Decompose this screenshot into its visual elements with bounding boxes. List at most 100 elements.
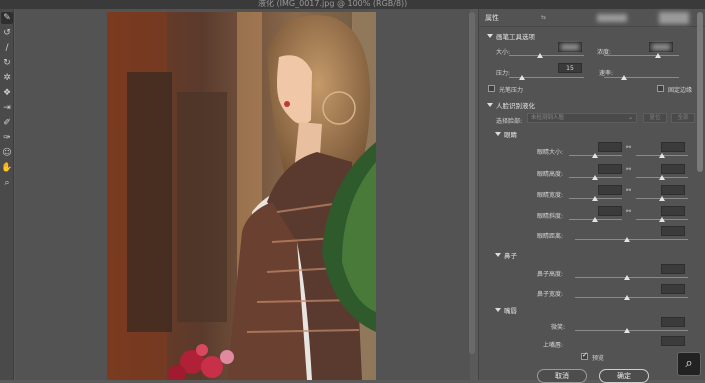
redacted-area [597, 14, 627, 22]
thaw-mask-tool-icon[interactable]: ✑ [1, 132, 13, 144]
chevron-down-icon [495, 132, 501, 136]
size-slider-knob[interactable] [537, 53, 543, 58]
slider-knob[interactable] [659, 196, 665, 201]
chevron-down-icon [495, 253, 501, 257]
smile-slider[interactable] [575, 330, 688, 331]
push-left-tool-icon[interactable]: ⇥ [1, 102, 13, 114]
eye-height-right-field[interactable] [661, 164, 685, 174]
redacted-area [561, 44, 579, 50]
rate-slider-knob[interactable] [621, 75, 627, 80]
eye-tilt-left-field[interactable] [598, 206, 622, 216]
preview-checkbox[interactable] [581, 351, 588, 360]
pressure-slider-knob[interactable] [519, 75, 525, 80]
slider-knob[interactable] [659, 175, 665, 180]
preview-label: 预览 [592, 355, 605, 362]
zoom-tool-icon[interactable]: ⌕ [1, 177, 13, 189]
properties-panel: 属性 ⇆ 画笔工具选项 大小: 浓度: 压力: 15 速率: 光笔压力 固定边缘… [478, 9, 705, 383]
nose-width-label: 鼻子宽度: [537, 291, 564, 298]
all-button[interactable]: 全部 [671, 113, 695, 123]
density-slider-knob[interactable] [655, 53, 661, 58]
link-icon[interactable]: ⚯ [626, 144, 631, 151]
eyes-section[interactable]: 眼睛 [495, 129, 517, 139]
link-icon[interactable]: ⚯ [626, 187, 631, 194]
forward-warp-tool-icon[interactable]: ✎ [1, 12, 13, 24]
eye-size-left-field[interactable] [598, 142, 622, 152]
eye-size-right-field[interactable] [661, 142, 685, 152]
size-slider[interactable] [509, 55, 584, 56]
link-icon[interactable]: ⚯ [626, 208, 631, 215]
pin-edges-checkbox[interactable] [657, 85, 664, 92]
slider-knob[interactable] [659, 217, 665, 222]
slider-knob[interactable] [624, 237, 630, 242]
eye-width-right-field[interactable] [661, 185, 685, 195]
chevron-down-icon [487, 34, 493, 38]
eye-width-left-field[interactable] [598, 185, 622, 195]
chevron-down-icon [487, 103, 493, 107]
redacted-area [659, 12, 689, 24]
nose-width-field[interactable] [661, 284, 685, 294]
slider-knob[interactable] [592, 217, 598, 222]
redacted-area [652, 44, 670, 50]
nose-height-slider[interactable] [575, 277, 688, 278]
eye-distance-slider[interactable] [575, 239, 688, 240]
smile-field[interactable] [661, 317, 685, 327]
rate-slider[interactable] [604, 77, 679, 78]
pucker-tool-icon[interactable]: ✲ [1, 72, 13, 84]
slider-knob[interactable] [659, 153, 665, 158]
eye-distance-field[interactable] [661, 226, 685, 236]
pressure-field[interactable]: 15 [558, 63, 582, 73]
cancel-button[interactable]: 取消 [537, 369, 587, 383]
chevron-down-icon [495, 308, 501, 312]
nose-height-field[interactable] [661, 264, 685, 274]
face-tool-icon[interactable]: ☺ [1, 147, 13, 159]
link-icon[interactable]: ⚯ [626, 166, 631, 173]
reset-button[interactable]: 复位 [643, 113, 667, 123]
hand-tool-icon[interactable]: ✋ [1, 162, 13, 174]
reconstruct-tool-icon[interactable]: ↺ [1, 27, 13, 39]
eye-tilt-label: 眼睛斜度: [537, 213, 564, 220]
smile-label: 微笑: [551, 324, 566, 331]
rate-label: 速率: [599, 70, 614, 77]
stylus-pressure-checkbox[interactable] [488, 85, 495, 92]
upper-lip-label: 上嘴唇: [543, 342, 564, 349]
bloat-tool-icon[interactable]: ❖ [1, 87, 13, 99]
nose-section[interactable]: 鼻子 [495, 250, 517, 260]
slider-knob[interactable] [624, 275, 630, 280]
size-field[interactable] [558, 42, 582, 52]
density-field[interactable] [649, 42, 673, 52]
eye-width-label: 眼睛宽度: [537, 192, 564, 199]
panel-header: 属性 ⇆ [479, 9, 705, 27]
liquify-toolbar: ✎ ↺ ∕ ↻ ✲ ❖ ⇥ ✐ ✑ ☺ ✋ ⌕ [0, 9, 14, 380]
smooth-tool-icon[interactable]: ∕ [1, 42, 13, 54]
brush-options-section[interactable]: 画笔工具选项 [487, 31, 535, 41]
twirl-tool-icon[interactable]: ↻ [1, 57, 13, 69]
zoom-icon[interactable]: ⌕ [677, 352, 701, 376]
slider-knob[interactable] [624, 295, 630, 300]
eye-tilt-right-field[interactable] [661, 206, 685, 216]
upper-lip-field[interactable] [661, 336, 685, 346]
eye-height-left-field[interactable] [598, 164, 622, 174]
freeze-mask-tool-icon[interactable]: ✐ [1, 117, 13, 129]
mouth-section[interactable]: 嘴唇 [495, 305, 517, 315]
nose-width-slider[interactable] [575, 297, 688, 298]
pin-edges-label: 固定边缘 [668, 87, 693, 94]
panel-vertical-scrollbar[interactable] [697, 12, 703, 172]
density-slider[interactable] [604, 55, 679, 56]
pressure-label: 压力: [496, 70, 511, 77]
canvas-area[interactable] [15, 9, 470, 380]
panel-title: 属性 [485, 14, 499, 22]
title-bar: 液化 (IMG_0017.jpg @ 100% (RGB/8)) [0, 0, 705, 9]
select-face-dropdown[interactable]: 未检测到人脸 ⌄ [527, 113, 637, 123]
slider-knob[interactable] [624, 328, 630, 333]
slider-knob[interactable] [592, 153, 598, 158]
panel-menu-icon[interactable]: ⇆ [541, 14, 546, 21]
size-label: 大小: [496, 49, 511, 56]
canvas-vertical-scrollbar[interactable] [469, 12, 475, 354]
slider-knob[interactable] [592, 175, 598, 180]
chevron-down-icon: ⌄ [627, 114, 633, 121]
ok-button[interactable]: 确定 [599, 369, 649, 383]
slider-knob[interactable] [592, 196, 598, 201]
face-aware-liquify-section[interactable]: 人脸识别液化 [487, 100, 535, 110]
window-title: 液化 (IMG_0017.jpg @ 100% (RGB/8)) [258, 0, 408, 8]
preview-image[interactable] [107, 12, 376, 380]
